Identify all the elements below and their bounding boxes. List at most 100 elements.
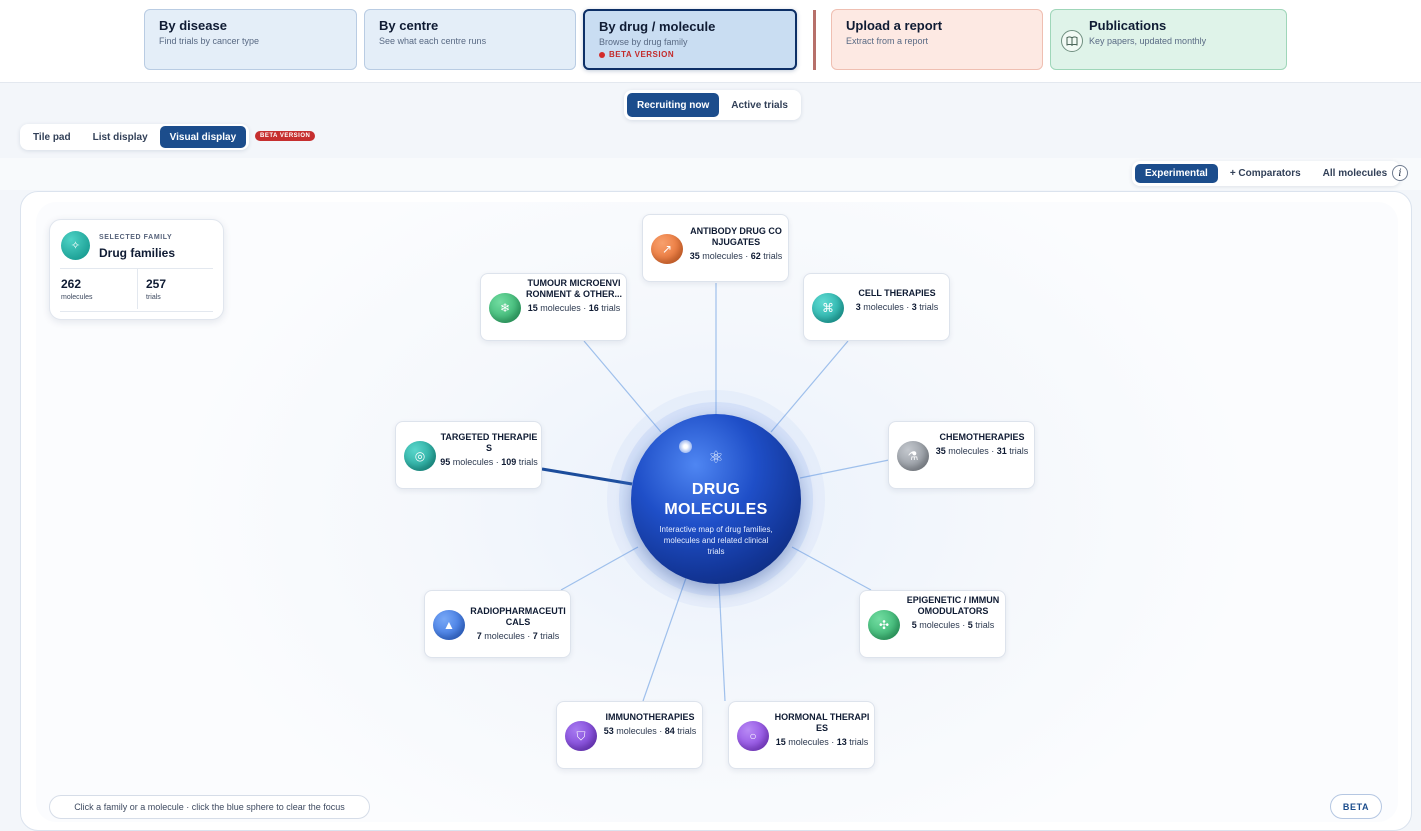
trials-word: trials [763,251,783,261]
family-name: HORMONAL THERAPIES [774,712,870,733]
trial-count: 109 [501,457,517,467]
family-stats: 35 molecules · 62 trials [689,251,783,261]
snowflake-icon: ❄ [489,293,521,323]
molecule-count: 35 [935,446,946,456]
molecules-word: molecules [616,726,657,736]
family-node-radiopharmaceuticals[interactable]: ▲ RADIOPHARMACEUTICALS 7 molecules · 7 t… [424,590,571,658]
family-stats: 3 molecules · 3 trials [855,302,939,312]
family-node-cell-therapies[interactable]: ⌘ CELL THERAPIES 3 molecules · 3 trials [803,273,950,341]
sphere-title: DRUG MOLECULES [631,480,801,520]
selected-family-card: ✧ SELECTED FAMILY Drug families 262 mole… [49,219,224,320]
link-tumour [583,340,662,433]
family-name: EPIGENETIC / IMMUNOMODULATORS [906,595,1000,616]
trials-word: trials [1009,446,1029,456]
family-text: ANTIBODY DRUG CONJUGATES 35 molecules · … [687,226,785,262]
family-text: CHEMOTHERAPIES 35 molecules · 31 trials [933,432,1031,457]
molecule-count-label: molecules [61,294,93,301]
family-stats: 7 molecules · 7 trials [476,631,560,641]
family-stats: 35 molecules · 31 trials [935,446,1029,456]
family-node-antibody-drug-conjugates[interactable]: ↗ ANTIBODY DRUG CONJUGATES 35 molecules … [642,214,789,282]
card-divider [137,269,138,309]
family-node-epigenetic-immunomodulators[interactable]: ✣ EPIGENETIC / IMMUNOMODULATORS 5 molecu… [859,590,1006,658]
family-text: CELL THERAPIES 3 molecules · 3 trials [848,288,946,313]
sparkle-icon: ✧ [61,231,90,260]
trials-word: trials [975,620,995,630]
family-node-immunotherapies[interactable]: ⛉ IMMUNOTHERAPIES 53 molecules · 84 tria… [556,701,703,769]
trial-count-label: trials [146,294,161,301]
drug-molecules-sphere[interactable]: ⚛ DRUG MOLECULES Interactive map of drug… [631,414,801,584]
molecule-count: 3 [855,302,861,312]
sphere-title-line: DRUG [691,481,741,498]
move-icon: ✣ [868,610,900,640]
link-chemo [799,459,890,479]
flask-icon: ⚗ [897,441,929,471]
molecules-word: molecules [484,631,525,641]
molecule-count: 35 [689,251,700,261]
family-name: CHEMOTHERAPIES [939,432,1025,442]
family-name: TUMOUR MICROENVIRONMENT & OTHER... [526,278,622,299]
selected-family-label: SELECTED FAMILY [99,234,173,241]
trial-count: 7 [532,631,538,641]
link-targeted [541,467,633,486]
trial-count: 257 [146,277,167,291]
family-text: IMMUNOTHERAPIES 53 molecules · 84 trials [601,712,699,737]
family-stats: 53 molecules · 84 trials [603,726,697,736]
family-stats: 95 molecules · 109 trials [440,457,538,467]
family-text: TUMOUR MICROENVIRONMENT & OTHER... 15 mo… [525,278,623,314]
molecules-word: molecules [788,737,829,747]
family-text: RADIOPHARMACEUTICALS 7 molecules · 7 tri… [469,606,567,642]
link-epigenetic [791,546,872,591]
family-name: TARGETED THERAPIES [440,432,538,453]
link-hormonal [718,583,726,702]
molecules-word: molecules [540,303,581,313]
family-name: IMMUNOTHERAPIES [605,712,695,722]
trials-word: trials [677,726,697,736]
ring-icon: ○ [737,721,769,751]
family-stats: 15 molecules · 16 trials [527,303,621,313]
molecules-word: molecules [702,251,743,261]
molecule-count: 53 [603,726,614,736]
trial-count: 13 [836,737,847,747]
trials-word: trials [849,737,869,747]
link-immuno [642,577,687,702]
sphere-title-line: MOLECULES [664,501,768,518]
molecule-count: 15 [527,303,538,313]
family-node-hormonal-therapies[interactable]: ○ HORMONAL THERAPIES 15 molecules · 13 t… [728,701,875,769]
family-node-chemotherapies[interactable]: ⚗ CHEMOTHERAPIES 35 molecules · 31 trial… [888,421,1035,489]
beta-button[interactable]: BETA [1330,794,1382,819]
trials-word: trials [919,302,939,312]
trials-word: trials [601,303,621,313]
molecules-word: molecules [919,620,960,630]
molecule-count: 95 [440,457,451,467]
arrow-icon: ↗ [651,234,683,264]
trial-count: 3 [911,302,917,312]
family-name: CELL THERAPIES [858,288,936,298]
family-node-targeted-therapies[interactable]: ◎ TARGETED THERAPIES 95 molecules · 109 … [395,421,542,489]
molecule-count: 262 [61,277,82,291]
atom-icon: ⚛ [708,448,724,467]
molecules-word: molecules [863,302,904,312]
trial-count: 84 [664,726,675,736]
molecules-word: molecules [948,446,989,456]
family-text: EPIGENETIC / IMMUNOMODULATORS 5 molecule… [904,595,1002,631]
link-radio [560,546,639,591]
card-divider [60,311,213,312]
triangle-icon: ▲ [433,610,465,640]
molecules-word: molecules [452,457,494,467]
sphere-highlight [679,440,692,453]
trials-word: trials [540,631,560,641]
usage-hint: Click a family or a molecule · click the… [49,795,370,819]
cells-icon: ⌘ [812,293,844,323]
selected-family-name: Drug families [99,246,176,260]
trial-count: 16 [588,303,599,313]
family-node-tumour-microenvironment[interactable]: ❄ TUMOUR MICROENVIRONMENT & OTHER... 15 … [480,273,627,341]
target-icon: ◎ [404,441,436,471]
family-name: ANTIBODY DRUG CONJUGATES [690,226,782,247]
family-text: HORMONAL THERAPIES 15 molecules · 13 tri… [773,712,871,748]
family-stats: 5 molecules · 5 trials [911,620,995,630]
family-name: RADIOPHARMACEUTICALS [470,606,566,627]
link-cell [770,340,849,433]
trial-count: 5 [967,620,973,630]
family-text: TARGETED THERAPIES 95 molecules · 109 tr… [440,432,538,468]
shield-icon: ⛉ [565,721,597,751]
